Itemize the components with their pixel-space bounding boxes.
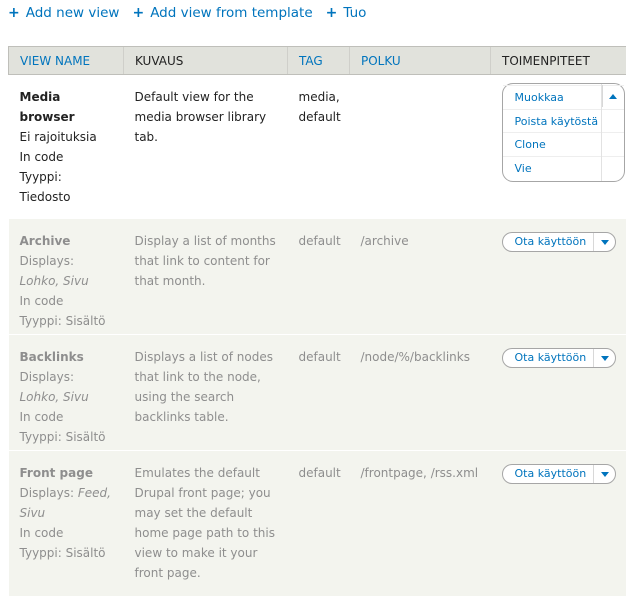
table-header-row: VIEW NAME KUVAUS TAG POLKU TOIMENPITEET [9, 47, 626, 75]
view-storage: In code [20, 523, 113, 543]
column-header-description: KUVAUS [124, 47, 288, 75]
dropbutton-toggle[interactable] [602, 85, 624, 107]
view-displays: Lohko, Sivu [20, 271, 113, 291]
column-header-operations: TOIMENPITEET [491, 47, 626, 75]
plus-icon: + [8, 6, 20, 20]
column-header-tag[interactable]: TAG [288, 47, 350, 75]
operations-dropbutton-open: Muokkaa Poista käytöstä Clone Vie [502, 83, 625, 182]
chevron-down-icon [601, 356, 609, 361]
table-row: Media browser Ei rajoituksia In code Tyy… [9, 75, 626, 219]
views-table: VIEW NAME KUVAUS TAG POLKU TOIMENPITEET … [8, 46, 626, 596]
chevron-down-icon [601, 472, 609, 477]
view-name: Backlinks [20, 347, 113, 367]
operations-cell: Muokkaa Poista käytöstä Clone Vie [491, 75, 626, 219]
view-path: /archive [350, 219, 491, 335]
view-display-info: Ei rajoituksia [20, 127, 113, 147]
plus-icon: + [132, 6, 144, 20]
add-view-from-template-link[interactable]: + Add view from template [132, 5, 312, 21]
view-type-value: Tiedosto [20, 187, 113, 207]
view-storage: In code [20, 407, 113, 427]
add-new-view-link[interactable]: + Add new view [8, 5, 119, 21]
view-tag: default [288, 335, 350, 451]
import-view-link[interactable]: + Tuo [326, 5, 367, 21]
view-name: Front page [20, 463, 113, 483]
column-header-path[interactable]: POLKU [350, 47, 491, 75]
dropbutton-toggle[interactable] [593, 349, 615, 367]
add-new-view-label: Add new view [26, 5, 120, 21]
view-tag: media, default [288, 75, 350, 219]
view-displays: Displays: Feed, Sivu [20, 483, 113, 523]
enable-dropbutton: Ota käyttöön [502, 348, 617, 368]
view-displays-label: Displays: [20, 251, 113, 271]
table-row: Backlinks Displays: Lohko, Sivu In code … [9, 335, 626, 451]
view-type: Tyyppi: Sisältö [20, 311, 113, 331]
view-description: Default view for the media browser libra… [124, 75, 288, 219]
action-links: + Add new view + Add view from template … [8, 3, 379, 23]
operations-cell: Ota käyttöön [491, 335, 626, 451]
view-path: /frontpage, /rss.xml [350, 451, 491, 596]
chevron-down-icon [601, 240, 609, 245]
view-description: Displays a list of nodes that link to th… [124, 335, 288, 451]
enable-dropbutton: Ota käyttöön [502, 232, 617, 252]
import-view-label: Tuo [343, 5, 366, 21]
view-storage: In code [20, 147, 113, 167]
enable-button[interactable]: Ota käyttöön [503, 465, 594, 483]
table-row: Archive Displays: Lohko, Sivu In code Ty… [9, 219, 626, 335]
enable-dropbutton: Ota käyttöön [502, 464, 617, 484]
view-description: Display a list of months that link to co… [124, 219, 288, 335]
view-name-cell: Front page Displays: Feed, Sivu In code … [9, 451, 124, 596]
view-name-cell: Media browser Ei rajoituksia In code Tyy… [9, 75, 124, 219]
view-tag: default [288, 219, 350, 335]
table-row: Front page Displays: Feed, Sivu In code … [9, 451, 626, 596]
view-type-label: Tyyppi: [20, 167, 113, 187]
view-displays-label: Displays: [20, 367, 113, 387]
view-path [350, 75, 491, 219]
plus-icon: + [326, 6, 338, 20]
view-tag: default [288, 451, 350, 596]
dropbutton-toggle[interactable] [593, 233, 615, 251]
operations-cell: Ota käyttöön [491, 451, 626, 596]
operation-clone[interactable]: Clone [503, 132, 624, 156]
view-name: Media browser [20, 87, 113, 127]
view-name-cell: Archive Displays: Lohko, Sivu In code Ty… [9, 219, 124, 335]
view-description: Emulates the default Drupal front page; … [124, 451, 288, 596]
view-name: Archive [20, 231, 113, 251]
operations-cell: Ota käyttöön [491, 219, 626, 335]
view-path: /node/%/backlinks [350, 335, 491, 451]
view-type: Tyyppi: Sisältö [20, 427, 113, 447]
enable-button[interactable]: Ota käyttöön [503, 349, 594, 367]
operation-export[interactable]: Vie [503, 156, 624, 180]
dropbutton-toggle[interactable] [593, 465, 615, 483]
column-header-view-name[interactable]: VIEW NAME [9, 47, 124, 75]
enable-button[interactable]: Ota käyttöön [503, 233, 594, 251]
view-name-cell: Backlinks Displays: Lohko, Sivu In code … [9, 335, 124, 451]
chevron-up-icon [609, 94, 617, 99]
view-displays: Lohko, Sivu [20, 387, 113, 407]
view-storage: In code [20, 291, 113, 311]
operation-disable[interactable]: Poista käytöstä [503, 109, 624, 133]
view-type: Tyyppi: Sisältö [20, 543, 113, 563]
add-view-from-template-label: Add view from template [150, 5, 312, 21]
